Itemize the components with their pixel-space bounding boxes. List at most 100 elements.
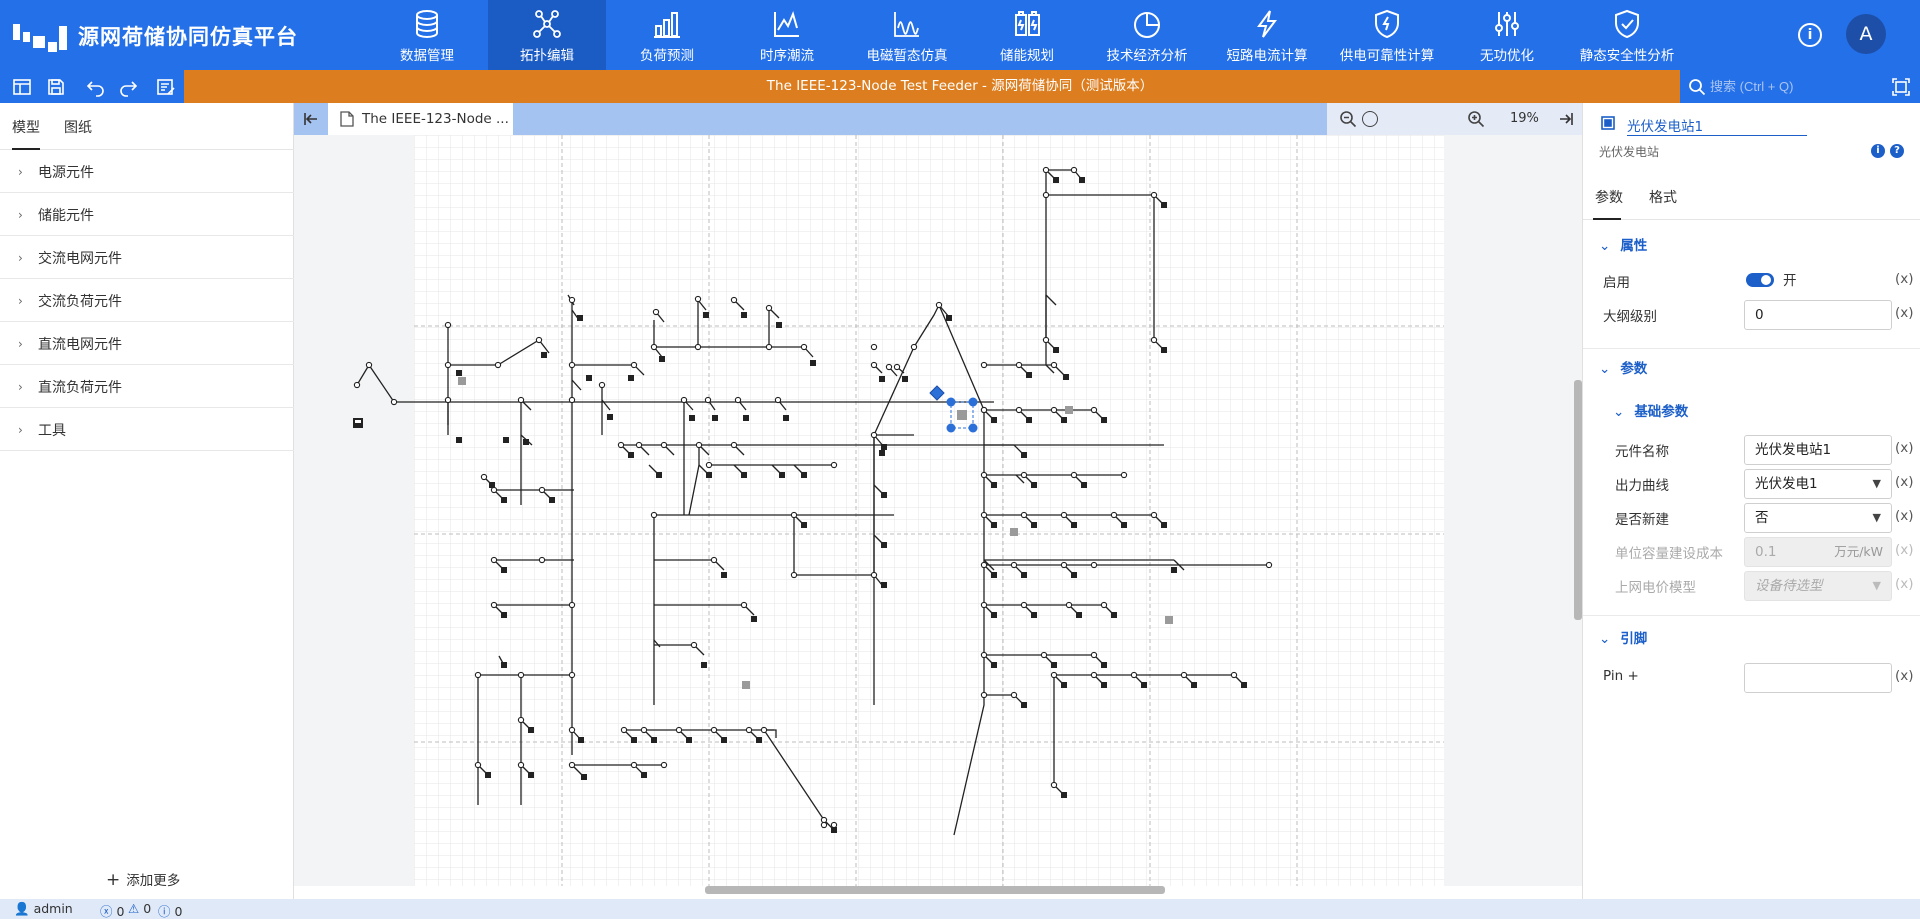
load-icon[interactable] (628, 375, 634, 381)
bus-node[interactable] (660, 761, 668, 769)
load-icon[interactable] (456, 437, 462, 443)
load-icon[interactable] (902, 376, 908, 382)
pv-panel-icon[interactable] (458, 377, 466, 385)
bus-node[interactable] (1042, 166, 1050, 174)
bus-node[interactable] (745, 726, 753, 734)
bus-node[interactable] (1150, 336, 1158, 344)
load-icon[interactable] (1101, 682, 1107, 688)
load-icon[interactable] (1061, 682, 1067, 688)
bus-node[interactable] (535, 336, 543, 344)
bus-node[interactable] (494, 361, 502, 369)
bus-node[interactable] (774, 396, 782, 404)
category-storage[interactable]: › 储能元件 (0, 193, 294, 236)
bus-node[interactable] (490, 556, 498, 564)
load-icon[interactable] (607, 414, 613, 420)
bus-node[interactable] (790, 571, 798, 579)
selection-handle[interactable] (968, 423, 978, 433)
bus-node[interactable] (734, 396, 742, 404)
bus-node[interactable] (538, 556, 546, 564)
load-icon[interactable] (489, 482, 495, 488)
component-name-input[interactable]: 光伏发电站1 (1744, 435, 1892, 465)
bus-node[interactable] (660, 441, 668, 449)
collapse-left-icon[interactable] (302, 110, 320, 128)
load-icon[interactable] (991, 612, 997, 618)
vertical-scrollbar[interactable] (1574, 380, 1582, 620)
load-icon[interactable] (712, 415, 718, 421)
bus-node[interactable] (650, 511, 658, 519)
load-icon[interactable] (631, 737, 637, 743)
nav-load-forecast[interactable]: 负荷预测 (608, 0, 726, 70)
bus-node[interactable] (1265, 561, 1273, 569)
diagram-canvas[interactable] (294, 135, 1582, 886)
load-icon[interactable] (741, 312, 747, 318)
load-icon[interactable] (881, 444, 887, 450)
load-icon[interactable] (1053, 177, 1059, 183)
bus-node[interactable] (675, 726, 683, 734)
component-title[interactable]: 光伏发电站1 (1627, 115, 1703, 135)
bus-node[interactable] (490, 486, 498, 494)
load-icon[interactable] (1171, 567, 1177, 573)
load-icon[interactable] (810, 360, 816, 366)
bus-node[interactable] (1020, 511, 1028, 519)
pv-panel-icon[interactable] (1010, 528, 1018, 536)
bus-node[interactable] (650, 343, 658, 351)
load-icon[interactable] (1031, 482, 1037, 488)
outline-level-input[interactable]: 0 (1744, 300, 1892, 330)
load-icon[interactable] (586, 375, 592, 381)
load-icon[interactable] (743, 415, 749, 421)
section-properties[interactable]: ⌄ 属性 (1599, 234, 1647, 254)
status-user[interactable]: 👤 admin (14, 901, 73, 917)
section-parameters[interactable]: ⌄ 参数 (1599, 357, 1647, 377)
bus-node[interactable] (870, 571, 878, 579)
bus-node[interactable] (694, 295, 702, 303)
load-icon[interactable] (1026, 417, 1032, 423)
bus-node[interactable] (695, 441, 703, 449)
bus-node[interactable] (474, 761, 482, 769)
category-dc-load[interactable]: › 直流负荷元件 (0, 365, 294, 408)
nav-reliability[interactable]: 供电可靠性计算 (1328, 0, 1446, 70)
bus-node[interactable] (1040, 651, 1048, 659)
bus-node[interactable] (710, 556, 718, 564)
load-icon[interactable] (1161, 522, 1167, 528)
bus-node[interactable] (444, 361, 452, 369)
bus-node[interactable] (474, 671, 482, 679)
bus-node[interactable] (740, 601, 748, 609)
collapse-right-icon[interactable] (1557, 110, 1575, 128)
load-icon[interactable] (656, 472, 662, 478)
load-icon[interactable] (801, 522, 807, 528)
load-icon[interactable] (1026, 372, 1032, 378)
bus-node[interactable] (480, 473, 488, 481)
load-icon[interactable] (689, 415, 695, 421)
load-icon[interactable] (1021, 702, 1027, 708)
tab-format[interactable]: 格式 (1649, 187, 1677, 207)
search-input[interactable] (1710, 74, 1875, 99)
load-icon[interactable] (1161, 202, 1167, 208)
save-icon[interactable] (46, 77, 66, 97)
load-icon[interactable] (1031, 612, 1037, 618)
zoom-in-icon[interactable] (1467, 110, 1485, 128)
bus-node[interactable] (538, 486, 546, 494)
bus-node[interactable] (1230, 671, 1238, 679)
info-icon[interactable]: i (1798, 23, 1822, 47)
load-icon[interactable] (659, 356, 665, 362)
bus-node[interactable] (568, 761, 576, 769)
bus-node[interactable] (980, 361, 988, 369)
load-icon[interactable] (686, 737, 692, 743)
bus-node[interactable] (598, 381, 606, 389)
bus-node[interactable] (1050, 361, 1058, 369)
category-tools[interactable]: › 工具 (0, 408, 294, 451)
layout-icon[interactable] (12, 77, 32, 97)
warning-count[interactable]: ⚠ 0 (128, 901, 151, 916)
bus-node[interactable] (365, 361, 373, 369)
bus-node[interactable] (980, 601, 988, 609)
category-dc-grid[interactable]: › 直流电网元件 (0, 322, 294, 365)
bus-node[interactable] (935, 301, 943, 309)
load-icon[interactable] (779, 472, 785, 478)
bus-node[interactable] (1090, 406, 1098, 414)
bus-node[interactable] (1050, 671, 1058, 679)
bus-node[interactable] (568, 361, 576, 369)
help-icon[interactable]: ? (1890, 144, 1904, 158)
tab-drawings[interactable]: 图纸 (64, 117, 92, 137)
bus-node[interactable] (517, 716, 525, 724)
load-icon[interactable] (1076, 612, 1082, 618)
